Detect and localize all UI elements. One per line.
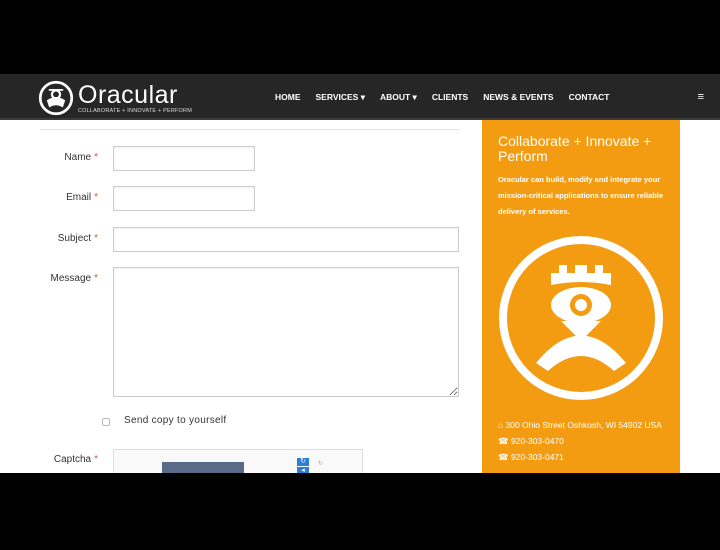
message-textarea[interactable] — [113, 267, 459, 397]
nav-home[interactable]: HOME — [275, 92, 301, 103]
captcha-image — [162, 462, 244, 473]
email-input[interactable] — [113, 186, 255, 211]
phone-icon: ☎ — [498, 436, 511, 446]
navbar: Oracular COLLABORATE + INNOVATE + PERFOR… — [0, 74, 720, 120]
name-input[interactable] — [113, 146, 255, 171]
email-label: Email * — [66, 192, 98, 203]
nav-services[interactable]: SERVICES ▾ — [316, 92, 365, 103]
nav-clients[interactable]: CLIENTS — [432, 92, 468, 103]
name-label: Name * — [64, 152, 98, 163]
sidebar-description: Oracular can build, modify and integrate… — [498, 175, 664, 216]
subject-label: Subject * — [57, 233, 98, 244]
main-menu: HOME SERVICES ▾ ABOUT ▾ CLIENTS NEWS & E… — [275, 92, 625, 103]
subject-input[interactable] — [113, 227, 459, 252]
captcha-audio-icon[interactable]: ◂ — [297, 467, 309, 473]
divider — [40, 129, 460, 130]
brand-tagline: COLLABORATE + INNOVATE + PERFORM — [78, 108, 192, 114]
hamburger-menu-icon[interactable]: ≡ — [698, 91, 704, 103]
phone-icon: ☎ — [498, 452, 511, 462]
send-copy-checkbox[interactable] — [102, 418, 110, 426]
sidebar-panel: Collaborate + Innovate + Perform Oracula… — [482, 120, 680, 473]
sidebar-heading: Collaborate + Innovate + Perform — [498, 133, 652, 164]
address: ⌂ 300 Ohio Street Oshkosh, WI 54902 USA — [498, 420, 662, 430]
nav-news-events[interactable]: NEWS & EVENTS — [483, 92, 553, 103]
message-label: Message * — [50, 273, 98, 284]
brand-name: Oracular — [78, 81, 178, 109]
captcha-widget: ↻ ◂ ↻ — [113, 449, 363, 473]
oracular-logo-icon — [38, 80, 74, 116]
phone-1[interactable]: ☎ 920-303-0470 — [498, 433, 662, 449]
captcha-label: Captcha * — [53, 454, 98, 465]
nav-contact[interactable]: CONTACT — [569, 92, 610, 103]
contact-info: ⌂ 300 Ohio Street Oshkosh, WI 54902 USA … — [498, 417, 662, 465]
oracular-emblem-icon — [499, 236, 663, 400]
send-copy-label[interactable]: Send copy to yourself — [124, 415, 226, 426]
recaptcha-logo-icon: ↻ — [318, 461, 324, 467]
logo[interactable]: Oracular COLLABORATE + INNOVATE + PERFOR… — [38, 80, 192, 116]
page: Oracular COLLABORATE + INNOVATE + PERFOR… — [0, 74, 720, 473]
home-icon: ⌂ — [498, 420, 506, 430]
nav-about[interactable]: ABOUT ▾ — [380, 92, 417, 103]
captcha-refresh-icon[interactable]: ↻ — [297, 458, 309, 466]
phone-2[interactable]: ☎ 920-303-0471 — [498, 449, 662, 465]
